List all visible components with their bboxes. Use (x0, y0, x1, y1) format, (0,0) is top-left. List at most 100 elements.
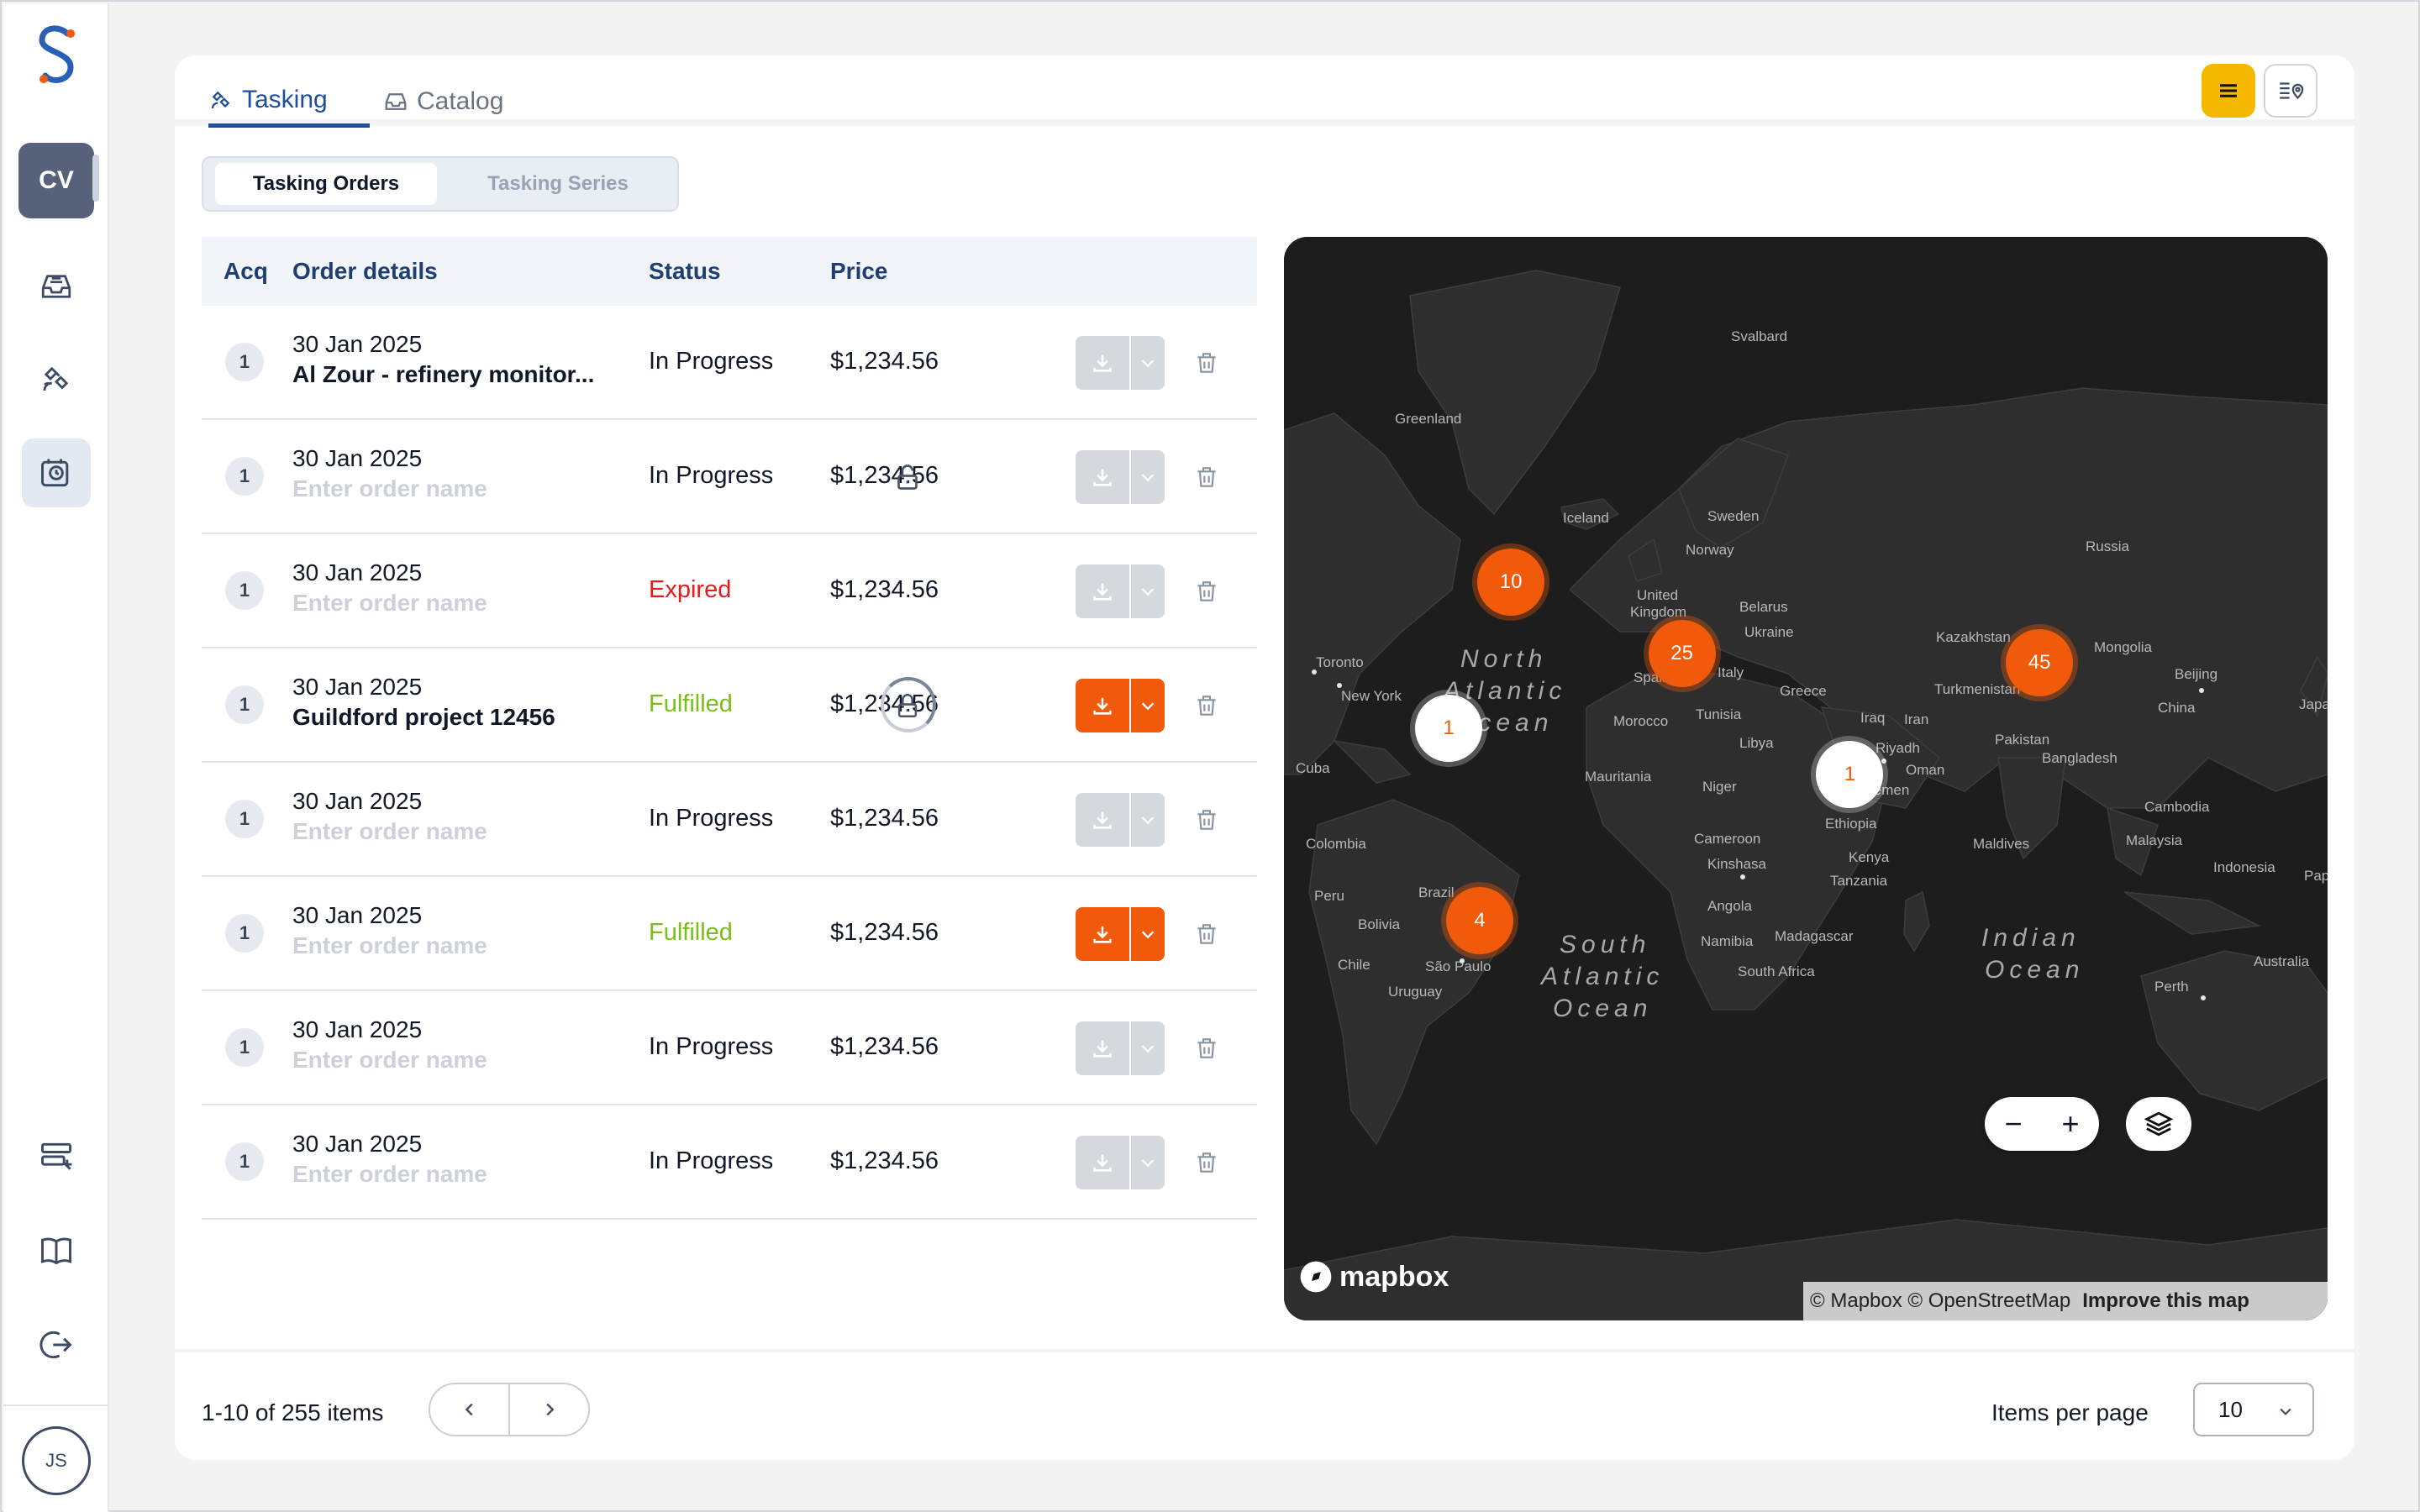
table-row[interactable]: 1 30 Jan 2025 Enter order name Expired $1,23… (202, 534, 1257, 648)
download-button[interactable] (1076, 336, 1129, 390)
map-label: Brazil (1418, 885, 1455, 900)
delete-button[interactable] (1190, 1146, 1223, 1179)
map-view-button[interactable] (2264, 64, 2317, 118)
book-icon (41, 1237, 71, 1265)
attribution-text[interactable]: © Mapbox © OpenStreetMap (1810, 1289, 2070, 1313)
download-button[interactable] (1076, 793, 1129, 847)
table-row[interactable]: 1 30 Jan 2025 Enter order name In Progress $… (202, 420, 1257, 534)
download-options-button[interactable] (1131, 450, 1165, 504)
next-page-button[interactable] (510, 1384, 588, 1435)
table-row[interactable]: 1 30 Jan 2025 Enter order name In Progress $… (202, 991, 1257, 1105)
user-avatar[interactable]: JS (22, 1426, 91, 1495)
sidebar-item-catalog[interactable] (22, 252, 91, 321)
price-value: $1,234.56 (830, 348, 939, 375)
map-label: Namibia (1701, 933, 1754, 949)
download-options-button[interactable] (1131, 1021, 1165, 1075)
download-split-button[interactable] (1076, 1136, 1165, 1189)
map-label: Iceland (1563, 510, 1609, 526)
list-view-button[interactable] (2202, 64, 2255, 118)
download-button[interactable] (1076, 1136, 1129, 1189)
prev-page-button[interactable] (430, 1384, 510, 1435)
order-name-field[interactable]: Enter order name (292, 475, 487, 502)
order-name-field[interactable]: Enter order name (292, 590, 487, 617)
download-split-button[interactable] (1076, 793, 1165, 847)
world-map[interactable]: Greenland Svalbard Iceland Sweden Norway… (1284, 237, 2328, 1320)
sidebar-item-orders[interactable] (22, 438, 91, 507)
map-cluster-marker[interactable]: 45 (2006, 628, 2074, 696)
sidebar-item-docs[interactable] (22, 1216, 91, 1285)
order-name-field[interactable]: Enter order name (292, 932, 487, 959)
table-row[interactable]: 1 30 Jan 2025 Al Zour - refinery monitor..… (202, 306, 1257, 420)
download-options-button[interactable] (1131, 1136, 1165, 1189)
order-name-field[interactable]: Al Zour - refinery monitor... (292, 361, 594, 388)
delete-button[interactable] (1190, 575, 1223, 608)
lock-button[interactable] (886, 684, 929, 727)
app-logo[interactable] (34, 22, 81, 89)
map-label: Libya (1739, 735, 1774, 751)
download-split-button[interactable] (1076, 1021, 1165, 1075)
map-cluster-marker[interactable]: 1 (1816, 741, 1884, 809)
download-button[interactable] (1076, 679, 1129, 732)
zoom-out-button[interactable]: − (1985, 1097, 2042, 1151)
trash-icon (1197, 467, 1216, 487)
delete-button[interactable] (1190, 689, 1223, 722)
delete-button[interactable] (1190, 346, 1223, 380)
tab-catalog[interactable]: Catalog (383, 81, 503, 128)
download-button[interactable] (1076, 564, 1129, 618)
download-split-button[interactable] (1076, 450, 1165, 504)
sidebar-item-logout[interactable] (22, 1310, 91, 1379)
zoom-control: − + (1985, 1097, 2099, 1151)
order-name-field[interactable]: Enter order name (292, 818, 487, 845)
sidebar-item-settings[interactable] (22, 1122, 91, 1191)
items-per-page-select[interactable]: 10 (2193, 1383, 2314, 1436)
map-cluster-marker[interactable]: 10 (1477, 548, 1545, 616)
acq-badge: 1 (225, 1142, 264, 1181)
zoom-in-button[interactable]: + (2042, 1097, 2099, 1151)
delete-button[interactable] (1190, 917, 1223, 951)
download-button[interactable] (1076, 1021, 1129, 1075)
download-options-button[interactable] (1131, 679, 1165, 732)
improve-map-link[interactable]: Improve this map (2082, 1289, 2249, 1313)
page-nav (429, 1383, 590, 1436)
mapbox-logo[interactable]: mapbox (1299, 1260, 1449, 1294)
tray-icon (385, 93, 407, 110)
order-name-field[interactable]: Enter order name (292, 1047, 487, 1074)
delete-button[interactable] (1190, 803, 1223, 837)
delete-button[interactable] (1190, 460, 1223, 494)
map-cluster-marker[interactable]: 1 (1415, 694, 1483, 762)
download-options-button[interactable] (1131, 907, 1165, 961)
download-split-button[interactable] (1076, 336, 1165, 390)
tab-tasking[interactable]: Tasking (208, 81, 370, 128)
table-row[interactable]: 1 30 Jan 2025 Enter order name In Progress $… (202, 763, 1257, 877)
status-label: In Progress (649, 1033, 774, 1060)
map-cluster-marker[interactable]: 25 (1648, 619, 1716, 687)
download-button[interactable] (1076, 450, 1129, 504)
download-options-button[interactable] (1131, 336, 1165, 390)
table-row[interactable]: 1 30 Jan 2025 Guildford project 12456 Fulfi… (202, 648, 1257, 763)
download-split-button[interactable] (1076, 564, 1165, 618)
orders-map[interactable]: Greenland Svalbard Iceland Sweden Norway… (1284, 237, 2328, 1320)
map-label: China (2158, 700, 2196, 716)
segment-tasking-orders[interactable]: Tasking Orders (215, 163, 437, 205)
table-row[interactable]: 1 30 Jan 2025 Enter order name Fulfilled $1,… (202, 877, 1257, 991)
download-split-button[interactable] (1076, 907, 1165, 961)
download-options-button[interactable] (1131, 564, 1165, 618)
sidebar-item-tasking[interactable] (22, 344, 91, 413)
table-row[interactable]: 1 30 Jan 2025 Enter order name In Progress $… (202, 1105, 1257, 1220)
download-split-button[interactable] (1076, 679, 1165, 732)
unlock-button[interactable] (886, 455, 929, 499)
workspace-badge[interactable]: CV (18, 143, 94, 218)
download-button[interactable] (1076, 907, 1129, 961)
segment-tasking-series[interactable]: Tasking Series (447, 163, 669, 205)
column-header-status: Status (649, 258, 721, 284)
map-label: Oman (1906, 762, 1944, 778)
order-name-field[interactable]: Enter order name (292, 1161, 487, 1188)
download-options-button[interactable] (1131, 793, 1165, 847)
order-name-field[interactable]: Guildford project 12456 (292, 704, 555, 731)
map-cluster-marker[interactable]: 4 (1446, 887, 1514, 954)
delete-button[interactable] (1190, 1032, 1223, 1065)
column-header-price: Price (830, 258, 888, 284)
map-label: Mongolia (2094, 639, 2153, 655)
map-ocean-label: South (1560, 931, 1650, 958)
layers-button[interactable] (2126, 1097, 2191, 1151)
